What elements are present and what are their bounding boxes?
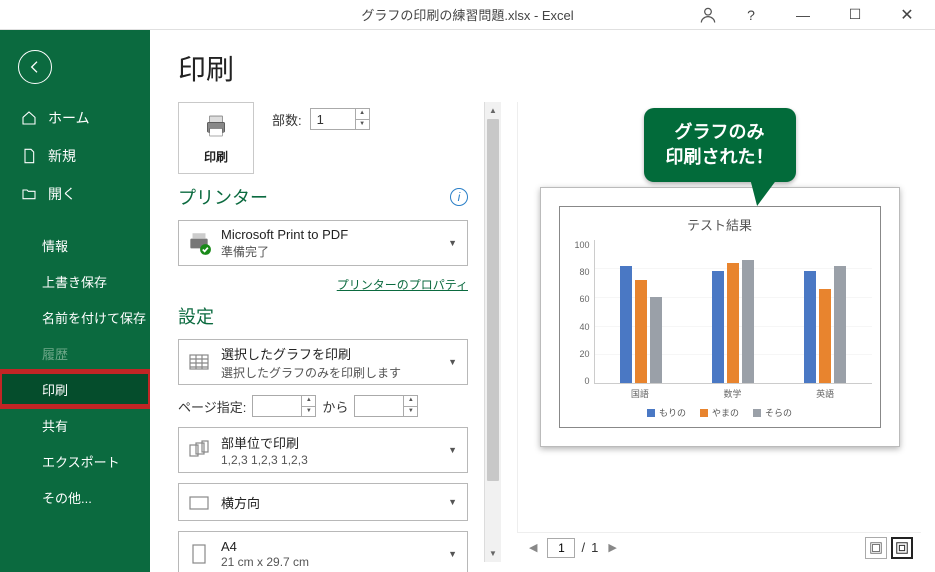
settings-column: 印刷 部数: 1 ▲▼ プリンター i: [178, 102, 468, 562]
page-sep: /: [581, 540, 585, 555]
chart-bar: [635, 280, 647, 383]
spinner-down[interactable]: ▼: [356, 120, 369, 130]
zoom-to-page-button[interactable]: [891, 537, 913, 559]
scroll-thumb[interactable]: [487, 119, 499, 481]
titlebar: グラフの印刷の練習問題.xlsx - Excel ? — ☐ ✕: [0, 0, 935, 30]
page-from-spinner[interactable]: ▲▼: [252, 395, 316, 417]
orientation-dropdown[interactable]: 横方向 ▼: [178, 483, 468, 521]
sidebar-item-new[interactable]: 新規: [0, 138, 150, 174]
print-button-label: 印刷: [204, 148, 228, 165]
chart-bar: [712, 271, 724, 383]
chart-bar: [742, 260, 754, 383]
sidebar-item-info[interactable]: 情報: [0, 228, 150, 262]
chart-bar: [804, 271, 816, 383]
sidebar-label: ホーム: [48, 108, 90, 128]
settings-section-title: 設定: [178, 303, 468, 329]
chart-bar: [819, 289, 831, 383]
page-number-input[interactable]: [547, 538, 575, 558]
chart-bar: [620, 266, 632, 383]
printer-icon: [201, 111, 231, 144]
print-button[interactable]: 印刷: [178, 102, 254, 174]
backstage-sidebar: ホーム 新規 開く 情報 上書き保存 名前を付けて保存 履歴 印刷 共有 エクス…: [0, 30, 150, 572]
sidebar-item-home[interactable]: ホーム: [0, 100, 150, 136]
printer-status: 準備完了: [221, 243, 436, 260]
close-button[interactable]: ✕: [885, 1, 929, 29]
chart-y-axis: 100806040200: [568, 240, 594, 400]
print-selection-icon: [185, 348, 213, 376]
orientation-icon: [185, 488, 213, 516]
info-icon[interactable]: i: [450, 188, 468, 206]
sidebar-item-history: 履歴: [0, 336, 150, 370]
chevron-down-icon: ▼: [444, 549, 461, 559]
open-icon: [20, 185, 38, 203]
collate-dropdown[interactable]: 部単位で印刷 1,2,3 1,2,3 1,2,3 ▼: [178, 427, 468, 473]
preview-footer: ◀ / 1 ▶: [517, 532, 921, 562]
printer-dropdown[interactable]: Microsoft Print to PDF 準備完了 ▼: [178, 220, 468, 266]
scroll-down-button[interactable]: ▼: [485, 545, 501, 562]
chevron-down-icon: ▼: [444, 497, 461, 507]
prev-page-button[interactable]: ◀: [525, 539, 541, 556]
chart-x-axis: 国語数学英語: [594, 387, 872, 400]
minimize-button[interactable]: —: [781, 1, 825, 29]
sidebar-item-export[interactable]: エクスポート: [0, 444, 150, 478]
chart-title: テスト結果: [568, 215, 872, 234]
printer-properties-link[interactable]: プリンターのプロパティ: [337, 278, 468, 292]
settings-scrollbar[interactable]: ▲ ▼: [484, 102, 501, 562]
copies-spinner[interactable]: 1 ▲▼: [310, 108, 370, 130]
page-to-spinner[interactable]: ▲▼: [354, 395, 418, 417]
new-icon: [20, 147, 38, 165]
annotation-callout: グラフのみ 印刷された！: [644, 108, 796, 206]
sidebar-item-share[interactable]: 共有: [0, 408, 150, 442]
window-title: グラフの印刷の練習問題.xlsx - Excel: [361, 5, 573, 24]
next-page-button[interactable]: ▶: [604, 539, 620, 556]
print-what-dropdown[interactable]: 選択したグラフを印刷 選択したグラフのみを印刷します ▼: [178, 339, 468, 385]
sidebar-item-saveas[interactable]: 名前を付けて保存: [0, 300, 150, 334]
preview-page: テスト結果 100806040200 国語数学英語 もりのやまのそらの: [540, 187, 900, 447]
printer-name: Microsoft Print to PDF: [221, 227, 436, 242]
page-range-label: ページ指定:: [178, 397, 246, 416]
chart-bar: [650, 297, 662, 383]
home-icon: [20, 109, 38, 127]
sidebar-label: 開く: [48, 184, 76, 204]
chart-plot-area: [594, 240, 872, 384]
printer-status-icon: [185, 229, 213, 257]
scroll-up-button[interactable]: ▲: [485, 102, 501, 119]
show-margins-button[interactable]: [865, 537, 887, 559]
paper-icon: [185, 540, 213, 568]
sidebar-item-other[interactable]: その他...: [0, 480, 150, 514]
chevron-down-icon: ▼: [444, 357, 461, 367]
paper-dropdown[interactable]: A4 21 cm x 29.7 cm ▼: [178, 531, 468, 572]
page-total: 1: [591, 540, 598, 555]
copies-label: 部数:: [272, 110, 302, 129]
chart-legend: もりのやまのそらの: [568, 406, 872, 419]
preview-pane: グラフのみ 印刷された！ テスト結果 100806040200: [517, 102, 921, 562]
printer-section-title: プリンター: [178, 184, 268, 210]
chart: テスト結果 100806040200 国語数学英語 もりのやまのそらの: [559, 206, 881, 428]
main-panel: 印刷 印刷 部数: 1 ▲▼: [150, 30, 935, 572]
user-icon[interactable]: [695, 2, 721, 28]
back-button[interactable]: [18, 50, 52, 84]
sidebar-item-save[interactable]: 上書き保存: [0, 264, 150, 298]
chart-bar: [727, 263, 739, 383]
chevron-down-icon: ▼: [444, 445, 461, 455]
sidebar-item-print[interactable]: 印刷: [0, 372, 150, 406]
collate-icon: [185, 436, 213, 464]
help-button[interactable]: ?: [729, 1, 773, 29]
chart-bar: [834, 266, 846, 383]
chevron-down-icon: ▼: [444, 238, 461, 248]
sidebar-item-open[interactable]: 開く: [0, 176, 150, 212]
spinner-up[interactable]: ▲: [356, 109, 369, 120]
page-range-to-label: から: [322, 397, 348, 416]
page-title: 印刷: [178, 48, 921, 88]
sidebar-label: 新規: [48, 146, 76, 166]
maximize-button[interactable]: ☐: [833, 1, 877, 29]
